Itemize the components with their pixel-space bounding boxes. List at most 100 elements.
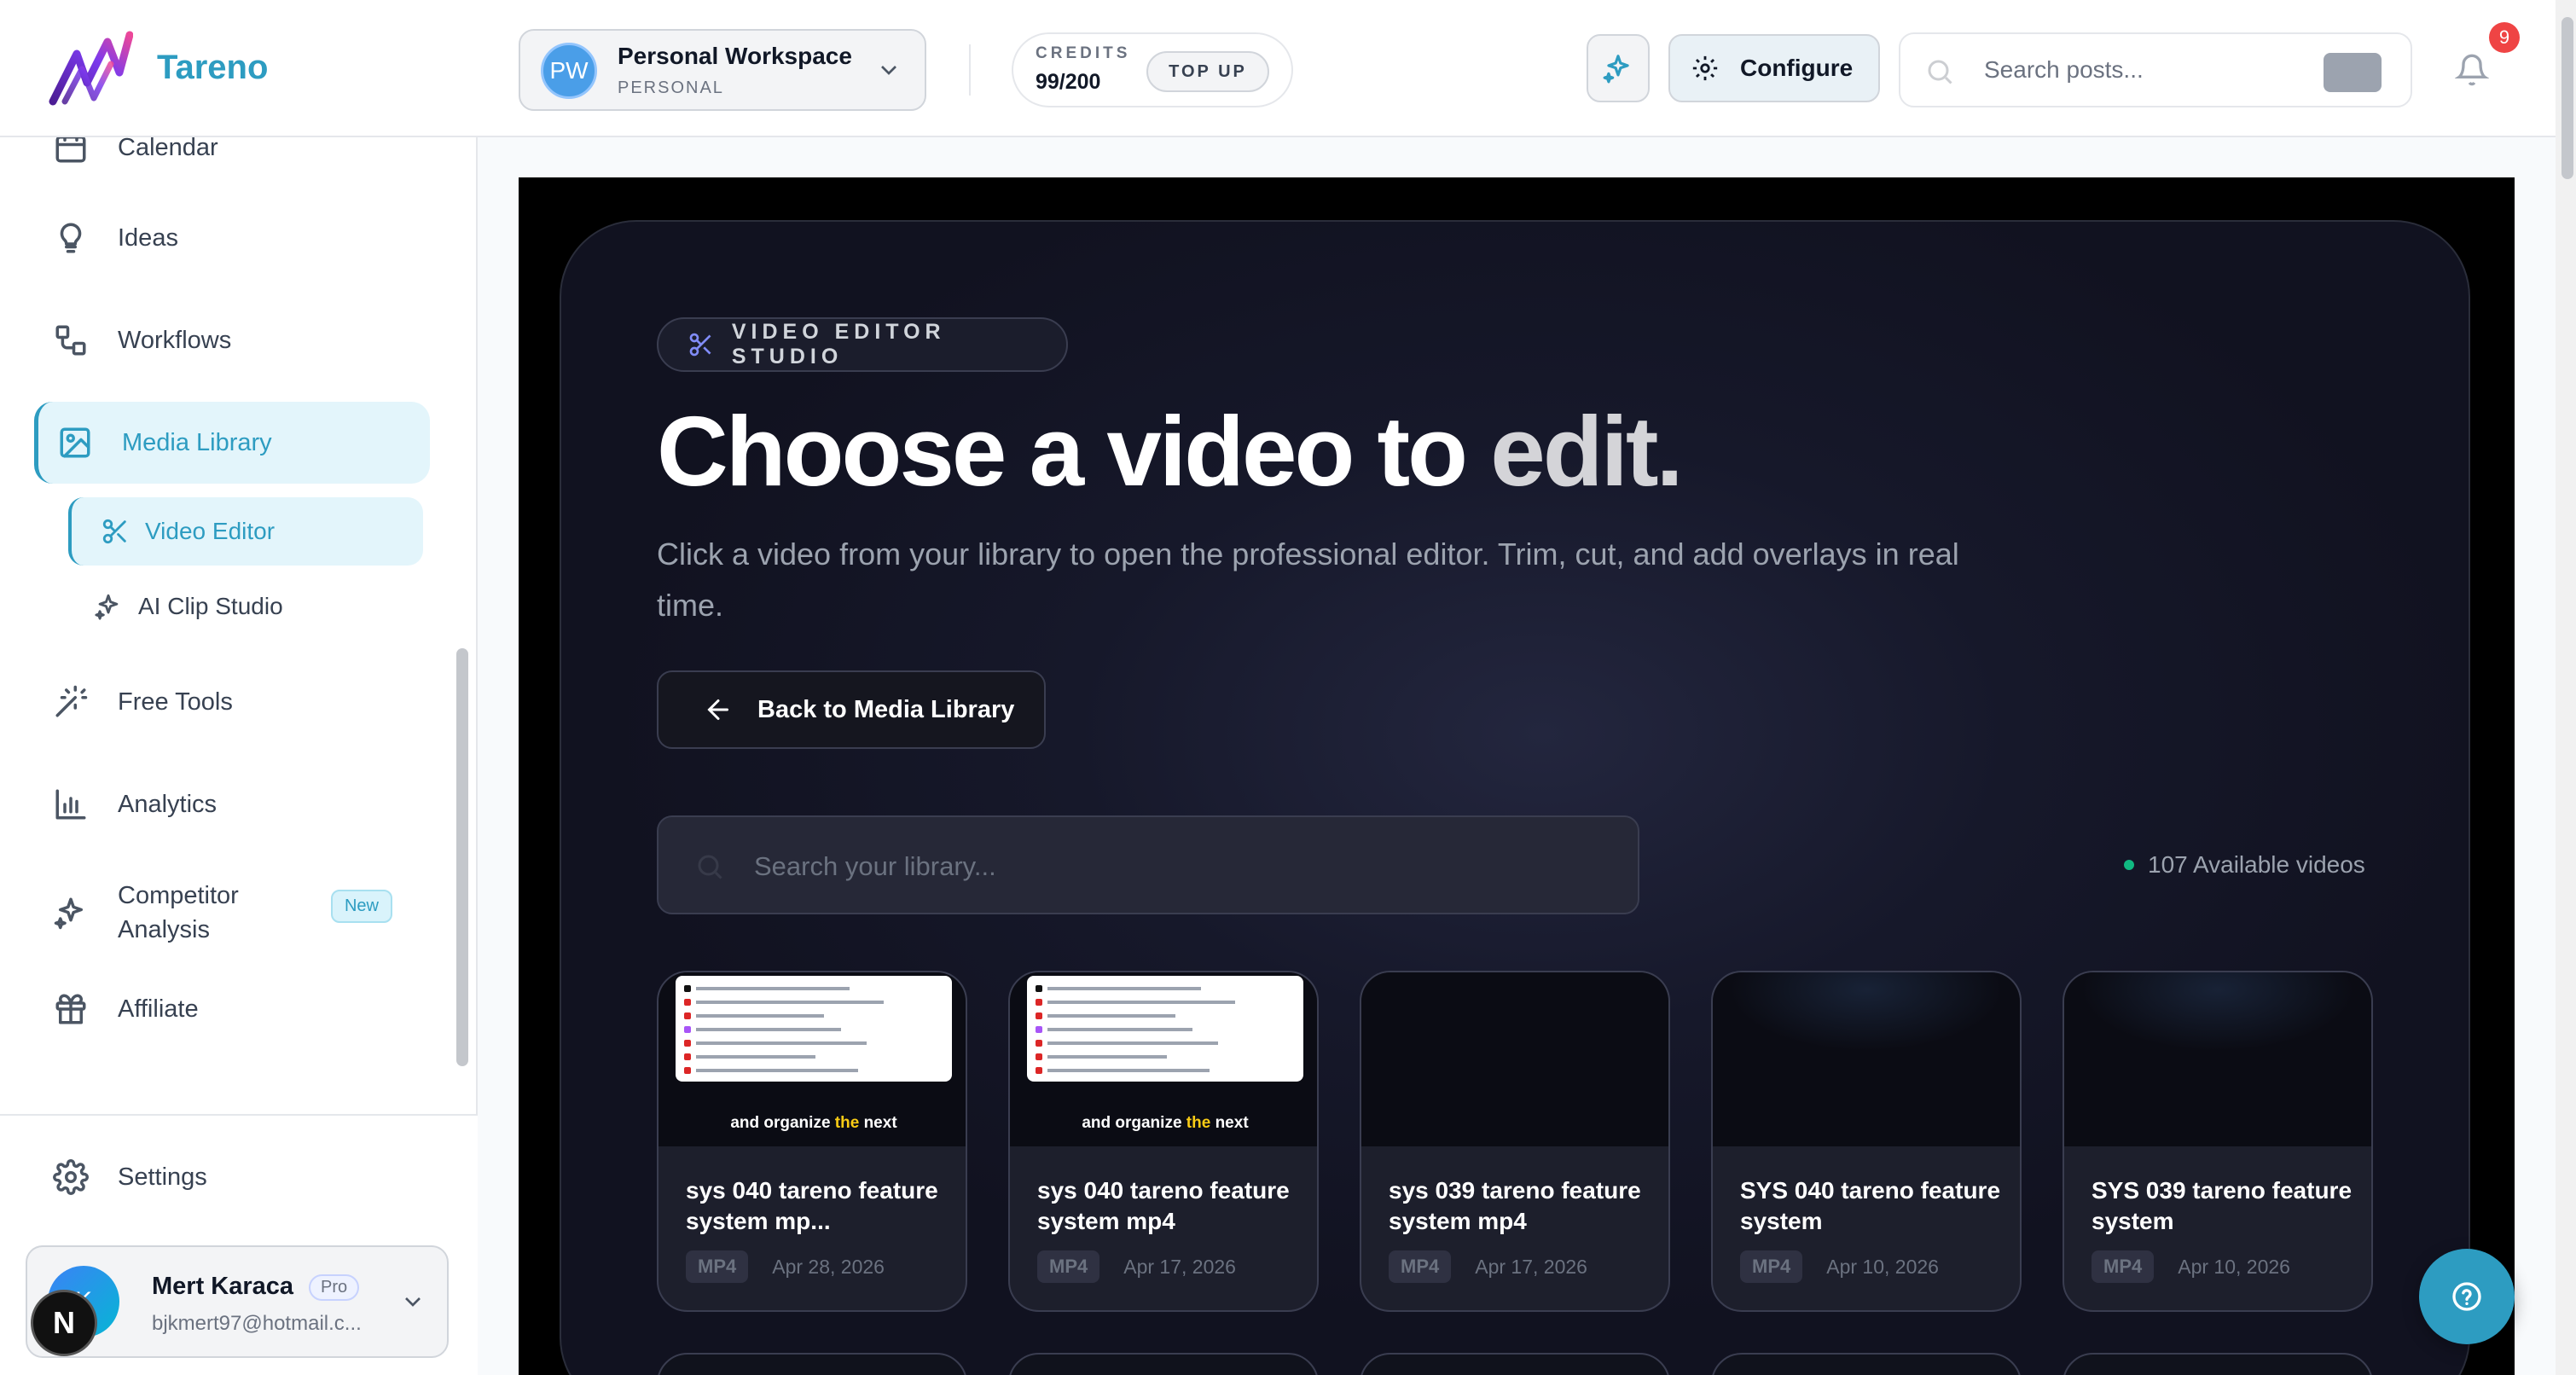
calendar-icon — [55, 137, 86, 163]
scissors-icon — [689, 333, 711, 357]
video-title: sys 039 tareno feature system mp4 — [1389, 1177, 1641, 1234]
gift-icon — [55, 994, 86, 1024]
video-date: Apr 17, 2026 — [1475, 1255, 1587, 1278]
sidebar-item-label: AI Clip Studio — [138, 593, 283, 619]
tareno-logo-icon — [49, 31, 133, 105]
bar-chart-icon — [55, 789, 86, 820]
sidebar-item-media-library[interactable]: Media Library — [34, 402, 430, 484]
sidebar-item-label: Workflows — [118, 326, 232, 354]
workflow-icon — [55, 325, 86, 356]
video-card[interactable] — [1711, 1353, 2022, 1375]
search-icon — [698, 855, 722, 879]
video-card[interactable]: and organize the next sys 040 tareno fea… — [1008, 971, 1319, 1312]
lightbulb-icon — [60, 223, 82, 253]
sidebar-item-ideas[interactable]: Ideas — [34, 197, 426, 279]
video-title: sys 040 tareno feature system mp... — [686, 1177, 938, 1234]
video-card[interactable]: sys 039 tareno feature system mp4 MP4 Ap… — [1360, 971, 1670, 1312]
thumbnail-screenshot — [1027, 976, 1303, 1082]
thumbnail-caption: and organize the next — [1010, 1114, 1317, 1133]
search-icon — [1928, 60, 1952, 84]
video-title: SYS 039 tareno feature system — [2092, 1177, 2353, 1234]
video-card[interactable]: and organize the next sys 040 tareno fea… — [657, 971, 967, 1312]
video-meta: MP4 Apr 17, 2026 — [1037, 1250, 1236, 1283]
sidebar-scrollbar[interactable] — [456, 648, 468, 1066]
caption-part: next — [859, 1114, 897, 1132]
video-thumbnail: and organize the next — [1010, 972, 1317, 1146]
caption-part: and organize — [730, 1114, 835, 1132]
page-subtitle: Click a video from your library to open … — [657, 537, 1959, 623]
page-scrollbar-track[interactable] — [2556, 0, 2576, 1375]
studio-tag: VIDEO EDITOR STUDIO — [657, 317, 1068, 372]
video-card[interactable] — [2063, 1353, 2373, 1375]
format-badge: MP4 — [1389, 1250, 1452, 1283]
sidebar-item-affiliate[interactable]: Affiliate — [34, 968, 426, 1050]
sidebar-item-calendar[interactable]: Calendar — [34, 137, 426, 189]
video-card[interactable] — [657, 1353, 967, 1375]
video-thumbnail — [1361, 972, 1668, 1146]
sidebar-subitem-video-editor[interactable]: Video Editor — [68, 497, 423, 566]
caption-highlight: the — [1186, 1114, 1211, 1132]
search-posts-input[interactable]: Search posts... — [1899, 32, 2412, 107]
sidebar-item-label: Free Tools — [118, 688, 233, 716]
credits-value: 99/200 — [1036, 70, 1101, 94]
thumbnail-caption: and organize the next — [659, 1114, 966, 1133]
page-title-highlight: edit. — [1490, 396, 1683, 507]
sidebar-subitem-ai-clip-studio[interactable]: AI Clip Studio — [94, 572, 435, 641]
sidebar-item-label: Competitor Analysis — [118, 882, 239, 943]
workspace-type: PERSONAL — [618, 78, 724, 97]
format-badge: MP4 — [1037, 1250, 1100, 1283]
credits-display: CREDITS 99/200 TOP UP — [1012, 32, 1293, 107]
sparkles-icon — [54, 897, 83, 930]
library-search-input[interactable]: Search your library... — [657, 815, 1639, 914]
status-dot — [2124, 860, 2134, 870]
sidebar-item-competitor-analysis[interactable]: Competitor Analysis New — [34, 866, 426, 960]
top-up-button[interactable]: TOP UP — [1146, 51, 1269, 92]
page-scrollbar[interactable] — [2561, 17, 2573, 179]
brand-name: Tareno — [157, 49, 269, 86]
sparkles-icon — [95, 594, 119, 620]
workspace-selector[interactable]: PW Personal Workspace PERSONAL — [519, 29, 926, 111]
video-card[interactable]: SYS 039 tareno feature system MP4 Apr 10… — [2063, 971, 2373, 1312]
sidebar-item-workflows[interactable]: Workflows — [34, 299, 426, 381]
video-date: Apr 28, 2026 — [772, 1255, 885, 1278]
sidebar-item-label: Settings — [118, 1163, 207, 1191]
divider — [969, 44, 971, 96]
magic-wand-icon — [55, 685, 88, 717]
user-email: bjkmert97@hotmail.c... — [152, 1312, 362, 1335]
sparkles-icon — [1603, 55, 1629, 84]
top-bar: PW Personal Workspace PERSONAL CREDITS 9… — [478, 0, 2559, 137]
video-meta: MP4 Apr 10, 2026 — [2092, 1250, 2290, 1283]
scissors-icon — [102, 519, 126, 544]
ai-assistant-button[interactable] — [1587, 34, 1650, 102]
help-button[interactable] — [2419, 1249, 2515, 1344]
new-badge: New — [330, 890, 392, 923]
bell-icon[interactable] — [2455, 53, 2489, 87]
video-card[interactable]: SYS 040 tareno feature system MP4 Apr 10… — [1711, 971, 2022, 1312]
back-to-media-library-button[interactable]: Back to Media Library — [657, 670, 1046, 749]
format-badge: MP4 — [2092, 1250, 2155, 1283]
video-date: Apr 17, 2026 — [1123, 1255, 1236, 1278]
sidebar-item-analytics[interactable]: Analytics — [34, 763, 426, 845]
available-videos-label: 107 Available videos — [2148, 851, 2365, 878]
sidebar-item-free-tools[interactable]: Free Tools — [34, 661, 426, 743]
page-title: Choose a video to edit. — [657, 394, 1684, 508]
sidebar-item-label: Ideas — [118, 223, 178, 252]
video-card[interactable] — [1008, 1353, 1319, 1375]
brand[interactable]: Tareno — [0, 0, 478, 137]
sidebar-item-settings[interactable]: Settings — [34, 1136, 426, 1218]
format-badge: MP4 — [1740, 1250, 1803, 1283]
dev-indicator-badge[interactable]: N — [31, 1290, 97, 1356]
sidebar-item-label: Calendar — [118, 137, 218, 161]
video-meta: MP4 Apr 10, 2026 — [1740, 1250, 1939, 1283]
plan-badge: Pro — [309, 1274, 360, 1301]
arrow-left-icon — [707, 699, 728, 720]
video-thumbnail — [2064, 972, 2371, 1146]
video-date: Apr 10, 2026 — [1826, 1255, 1939, 1278]
configure-button[interactable]: Configure — [1668, 34, 1880, 102]
video-title: SYS 040 tareno feature system — [1740, 1177, 2001, 1234]
help-icon — [2452, 1282, 2481, 1311]
video-card[interactable] — [1360, 1353, 1670, 1375]
video-thumbnail — [1713, 972, 2020, 1146]
caption-highlight: the — [834, 1114, 860, 1132]
format-badge: MP4 — [686, 1250, 749, 1283]
